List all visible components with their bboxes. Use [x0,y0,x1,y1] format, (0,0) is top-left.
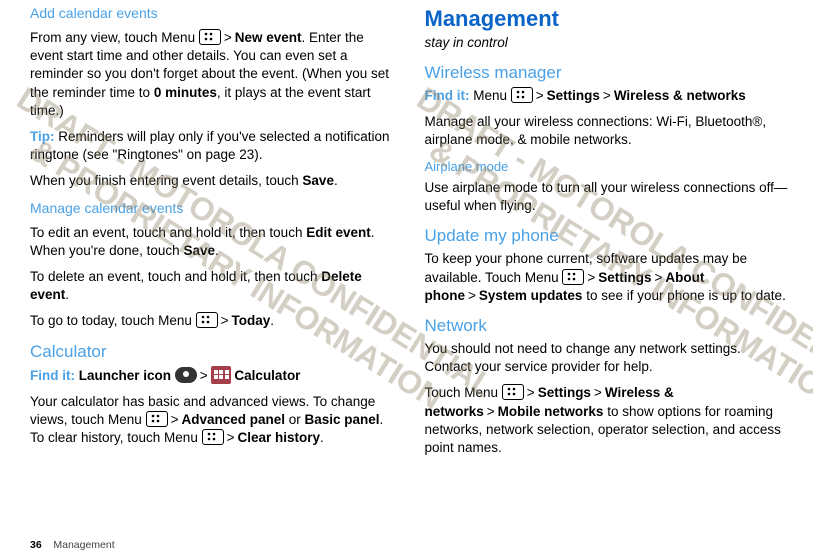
page-footer: 36 Management [30,538,115,552]
heading-management: Management [425,4,790,34]
launcher-icon [175,367,197,383]
para-update: To keep your phone current, software upd… [425,250,790,305]
findit-calculator: Find it: Launcher icon > Calculator [30,366,395,385]
menu-icon [196,312,218,328]
para-today: To go to today, touch Menu >Today. [30,312,395,330]
para-save: When you finish entering event details, … [30,172,395,190]
menu-icon [562,269,584,285]
heading-wireless-manager: Wireless manager [425,62,790,85]
para-delete-event: To delete an event, touch and hold it, t… [30,268,395,304]
heading-airplane: Airplane mode [425,158,790,176]
para-edit-event: To edit an event, touch and hold it, the… [30,224,395,260]
right-column: Management stay in control Wireless mana… [425,0,790,465]
heading-manage-calendar: Manage calendar events [30,199,395,218]
left-column: Add calendar events From any view, touch… [30,0,395,465]
tip-reminder: Tip: Reminders will play only if you've … [30,128,395,164]
para-wireless-desc: Manage all your wireless connections: Wi… [425,113,790,149]
menu-icon [502,384,524,400]
findit-wireless: Find it: Menu >Settings>Wireless & netwo… [425,87,790,105]
heading-update: Update my phone [425,225,790,248]
heading-network: Network [425,315,790,338]
heading-calculator: Calculator [30,341,395,364]
heading-add-calendar: Add calendar events [30,4,395,23]
subtitle: stay in control [425,34,790,52]
menu-icon [202,429,224,445]
para-network1: You should not need to change any networ… [425,340,790,376]
para-airplane: Use airplane mode to turn all your wirel… [425,179,790,215]
calculator-icon [211,366,231,384]
menu-icon [199,29,221,45]
para-calc-views: Your calculator has basic and advanced v… [30,393,395,448]
menu-icon [511,87,533,103]
para-new-event: From any view, touch Menu >New event. En… [30,29,395,120]
para-network2: Touch Menu >Settings>Wireless & networks… [425,384,790,457]
menu-icon [146,411,168,427]
